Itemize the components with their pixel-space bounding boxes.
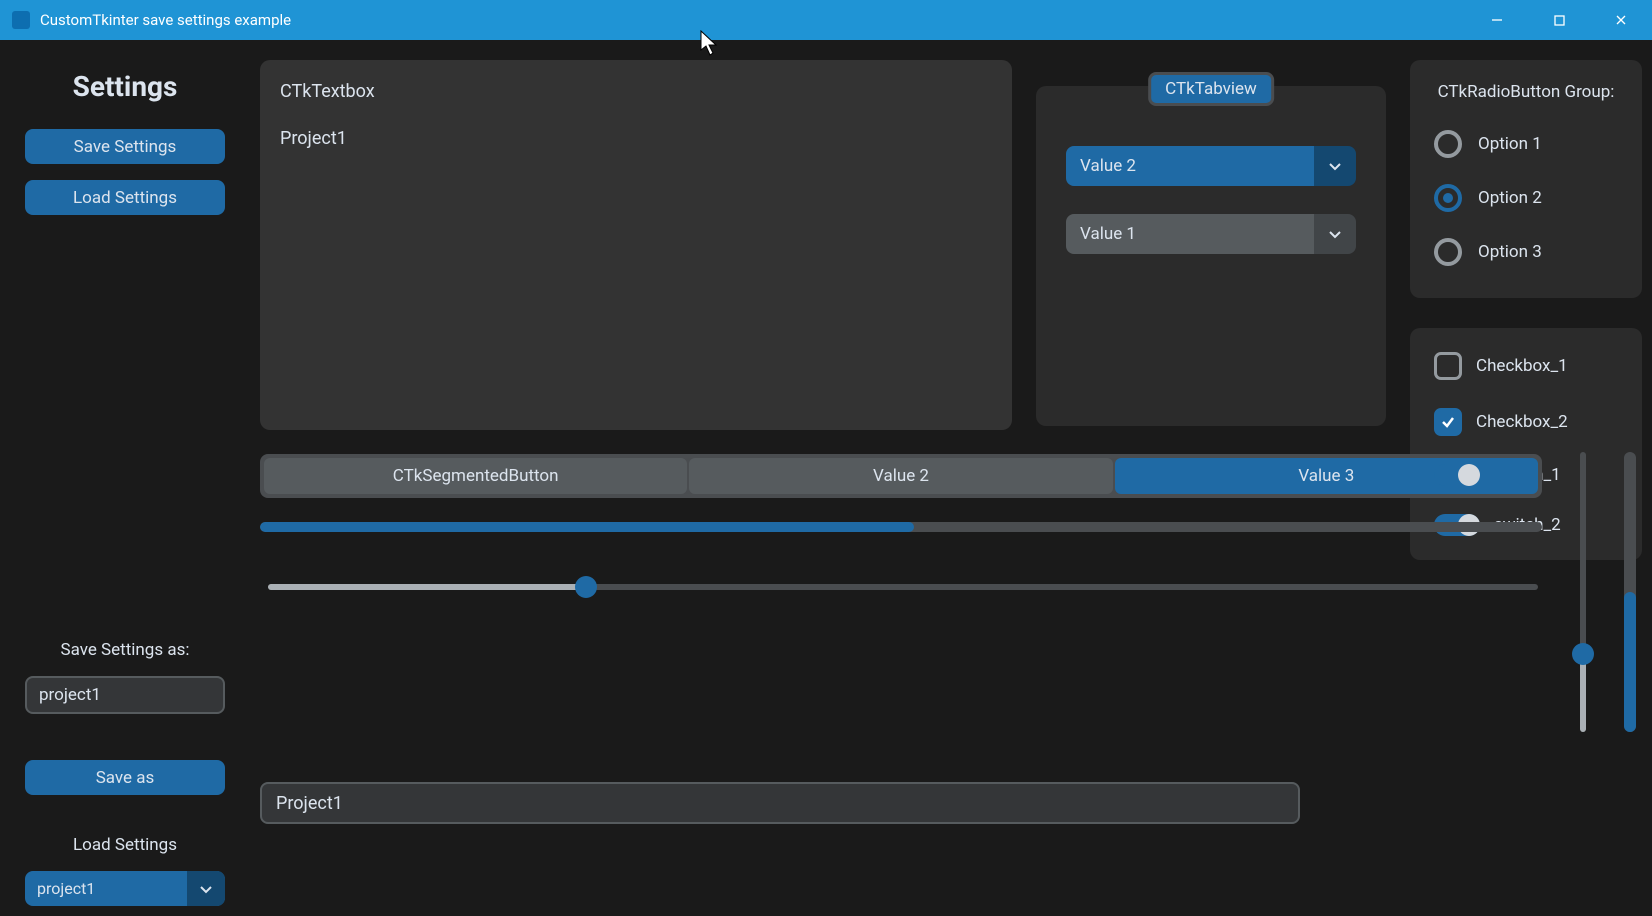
checkbox-row[interactable]: Checkbox_2	[1434, 408, 1618, 436]
radio-label: Option 1	[1478, 134, 1542, 154]
chevron-down-icon	[187, 871, 225, 906]
mid-main: CTkSegmentedButtonValue 2Value 3	[260, 450, 1542, 824]
load-settings-button[interactable]: Load Settings	[25, 180, 225, 215]
app-icon	[12, 11, 30, 29]
switch-toggle[interactable]	[1434, 464, 1480, 486]
chevron-down-icon	[1314, 214, 1356, 254]
progressbar-fill	[260, 522, 914, 532]
vertical-slider[interactable]	[1572, 452, 1594, 732]
option-menu-2[interactable]: Value 1	[1066, 214, 1356, 254]
sidebar-heading: Settings	[73, 70, 178, 103]
right-column: CTkRadioButton Group: Option 1 Option 2 Op…	[1410, 60, 1642, 430]
checkbox-row[interactable]: Checkbox_1	[1434, 352, 1618, 380]
tabview-tab[interactable]: CTkTabview	[1148, 72, 1274, 106]
tabview: CTkTabview Value 2 Value 1	[1036, 60, 1386, 430]
textbox[interactable]: CTkTextbox Project1	[260, 60, 1012, 430]
radio-option[interactable]: Option 1	[1434, 130, 1618, 158]
checkbox-icon	[1434, 408, 1462, 436]
tabview-body: Value 2 Value 1	[1036, 86, 1386, 426]
slider-track-fill	[268, 584, 586, 590]
radio-icon	[1434, 130, 1462, 158]
load-settings-label: Load Settings	[73, 835, 177, 855]
maximize-icon	[1553, 14, 1566, 27]
radio-label: Option 2	[1478, 188, 1542, 208]
checkbox-label: Checkbox_2	[1476, 412, 1568, 432]
slider-track-fill	[1580, 654, 1586, 732]
radio-group-title: CTkRadioButton Group:	[1434, 82, 1618, 102]
radio-panel: CTkRadioButton Group: Option 1 Option 2 Op…	[1410, 60, 1642, 298]
radio-option[interactable]: Option 3	[1434, 238, 1618, 266]
vertical-progressbar	[1624, 452, 1636, 732]
close-icon	[1614, 13, 1628, 27]
main-column: CTkTextbox Project1 CTkTabview Value 2 V…	[260, 60, 1642, 906]
radio-icon	[1434, 238, 1462, 266]
mid-row: CTkSegmentedButtonValue 2Value 3	[260, 450, 1642, 824]
textbox-line: Project1	[280, 125, 992, 154]
segmented-item[interactable]: Value 2	[689, 458, 1112, 494]
segmented-button[interactable]: CTkSegmentedButtonValue 2Value 3	[260, 454, 1542, 498]
close-button[interactable]	[1590, 0, 1652, 40]
load-settings-dropdown-value: project1	[25, 871, 187, 906]
option-menu-1[interactable]: Value 2	[1066, 146, 1356, 186]
save-as-button[interactable]: Save as	[25, 760, 225, 795]
radio-option[interactable]: Option 2	[1434, 184, 1618, 212]
save-as-input[interactable]	[25, 676, 225, 714]
top-row: CTkTextbox Project1 CTkTabview Value 2 V…	[260, 60, 1642, 430]
sidebar: Settings Save Settings Load Settings Sav…	[10, 60, 240, 906]
app-body: Settings Save Settings Load Settings Sav…	[0, 40, 1652, 916]
minimize-icon	[1490, 13, 1504, 27]
minimize-button[interactable]	[1466, 0, 1528, 40]
progressbar	[260, 522, 1542, 532]
option-menu-1-value: Value 2	[1066, 146, 1314, 186]
radio-icon	[1434, 184, 1462, 212]
segmented-item[interactable]: CTkSegmentedButton	[264, 458, 687, 494]
window-controls	[1466, 0, 1652, 40]
slider-thumb[interactable]	[1572, 643, 1594, 665]
load-settings-dropdown[interactable]: project1	[25, 871, 225, 906]
radio-label: Option 3	[1478, 242, 1542, 262]
vertical-sliders	[1572, 450, 1642, 824]
save-as-label: Save Settings as:	[60, 640, 189, 660]
chevron-down-icon	[1314, 146, 1356, 186]
checkbox-icon	[1434, 352, 1462, 380]
window-title: CustomTkinter save settings example	[40, 11, 291, 29]
slider-thumb[interactable]	[575, 576, 597, 598]
entry-input[interactable]	[260, 782, 1300, 824]
horizontal-slider[interactable]	[268, 574, 1538, 598]
textbox-line: CTkTextbox	[280, 78, 992, 107]
maximize-button[interactable]	[1528, 0, 1590, 40]
titlebar: CustomTkinter save settings example	[0, 0, 1652, 40]
checkbox-label: Checkbox_1	[1476, 356, 1568, 376]
option-menu-2-value: Value 1	[1066, 214, 1314, 254]
save-settings-button[interactable]: Save Settings	[25, 129, 225, 164]
progressbar-fill	[1624, 592, 1636, 732]
